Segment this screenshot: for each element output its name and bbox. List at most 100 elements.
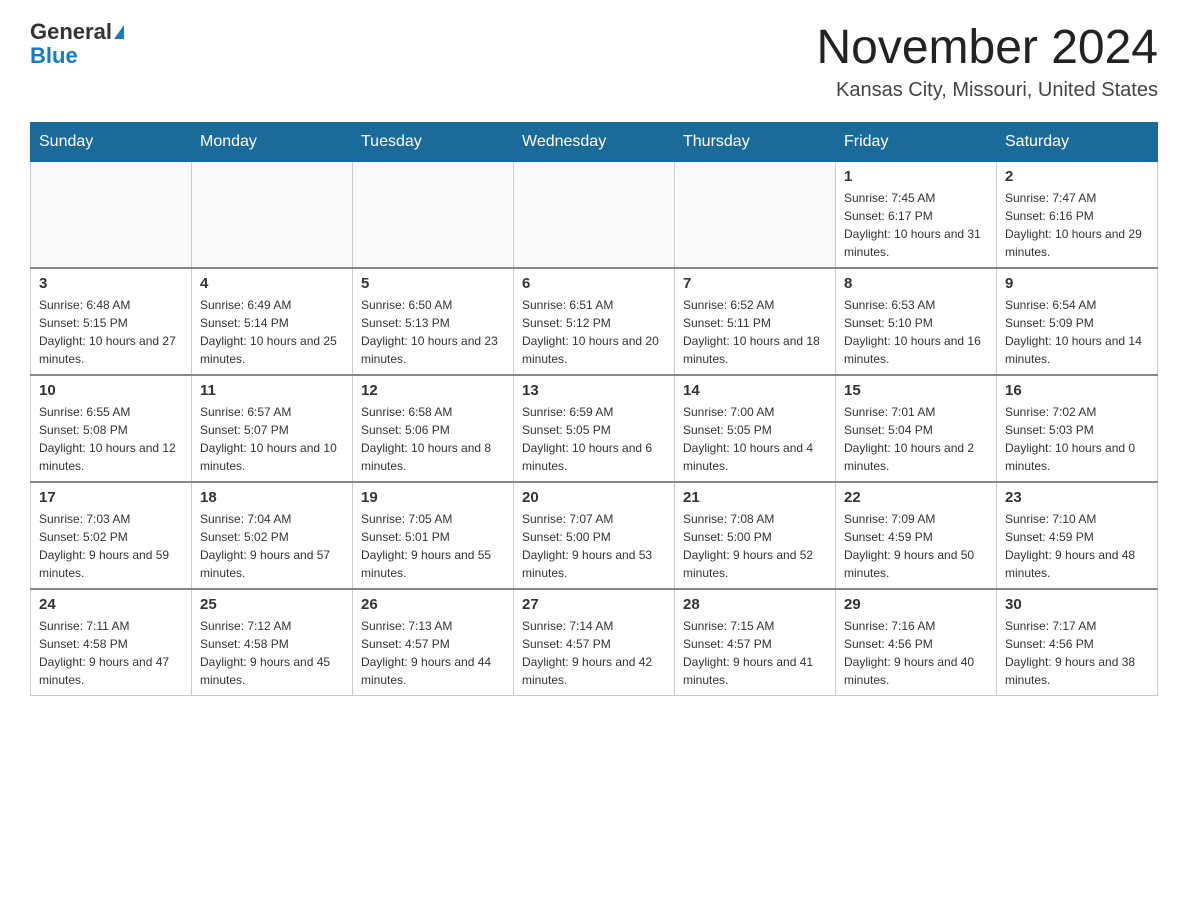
calendar-day-cell: 23 Sunrise: 7:10 AMSunset: 4:59 PMDayligh…: [997, 482, 1158, 589]
day-info: Sunrise: 6:53 AMSunset: 5:10 PMDaylight:…: [844, 296, 988, 368]
header-friday: Friday: [836, 123, 997, 162]
calendar-day-cell: 19 Sunrise: 7:05 AMSunset: 5:01 PMDayligh…: [353, 482, 514, 589]
day-number: 10: [39, 382, 183, 399]
header-wednesday: Wednesday: [514, 123, 675, 162]
day-number: 12: [361, 382, 505, 399]
calendar-day-cell: 8 Sunrise: 6:53 AMSunset: 5:10 PMDaylight…: [836, 268, 997, 375]
calendar-day-cell: 15 Sunrise: 7:01 AMSunset: 5:04 PMDayligh…: [836, 375, 997, 482]
day-info: Sunrise: 6:57 AMSunset: 5:07 PMDaylight:…: [200, 403, 344, 475]
calendar-day-cell: 5 Sunrise: 6:50 AMSunset: 5:13 PMDaylight…: [353, 268, 514, 375]
day-number: 19: [361, 489, 505, 506]
day-number: 6: [522, 275, 666, 292]
calendar-day-cell: 20Sunrise: 7:07 AMSunset: 5:00 PMDayligh…: [514, 482, 675, 589]
day-info: Sunrise: 7:05 AMSunset: 5:01 PMDaylight:…: [361, 510, 505, 582]
day-info: Sunrise: 7:04 AMSunset: 5:02 PMDaylight:…: [200, 510, 344, 582]
calendar-day-cell: 22 Sunrise: 7:09 AMSunset: 4:59 PMDayligh…: [836, 482, 997, 589]
day-number: 24: [39, 596, 183, 613]
day-number: 15: [844, 382, 988, 399]
calendar-day-cell: [31, 162, 192, 269]
calendar-day-cell: 25 Sunrise: 7:12 AMSunset: 4:58 PMDayligh…: [192, 589, 353, 696]
calendar-day-cell: 10 Sunrise: 6:55 AMSunset: 5:08 PMDayligh…: [31, 375, 192, 482]
location-subtitle: Kansas City, Missouri, United States: [816, 79, 1158, 102]
page-header: General Blue November 2024 Kansas City, …: [30, 20, 1158, 102]
calendar-day-cell: 21Sunrise: 7:08 AMSunset: 5:00 PMDayligh…: [675, 482, 836, 589]
logo: General Blue: [30, 20, 124, 68]
calendar-week-row: 3 Sunrise: 6:48 AMSunset: 5:15 PMDaylight…: [31, 268, 1158, 375]
day-number: 1: [844, 168, 988, 185]
day-info: Sunrise: 7:00 AMSunset: 5:05 PMDaylight:…: [683, 403, 827, 475]
title-area: November 2024 Kansas City, Missouri, Uni…: [816, 20, 1158, 102]
day-number: 5: [361, 275, 505, 292]
day-number: 22: [844, 489, 988, 506]
calendar-day-cell: [514, 162, 675, 269]
calendar-day-cell: [353, 162, 514, 269]
calendar-week-row: 24 Sunrise: 7:11 AMSunset: 4:58 PMDayligh…: [31, 589, 1158, 696]
header-tuesday: Tuesday: [353, 123, 514, 162]
calendar-day-cell: 4 Sunrise: 6:49 AMSunset: 5:14 PMDaylight…: [192, 268, 353, 375]
day-info: Sunrise: 6:52 AMSunset: 5:11 PMDaylight:…: [683, 296, 827, 368]
day-info: Sunrise: 6:55 AMSunset: 5:08 PMDaylight:…: [39, 403, 183, 475]
day-info: Sunrise: 6:50 AMSunset: 5:13 PMDaylight:…: [361, 296, 505, 368]
day-info: Sunrise: 7:47 AMSunset: 6:16 PMDaylight:…: [1005, 189, 1149, 261]
calendar-day-cell: 26 Sunrise: 7:13 AMSunset: 4:57 PMDayligh…: [353, 589, 514, 696]
day-info: Sunrise: 6:48 AMSunset: 5:15 PMDaylight:…: [39, 296, 183, 368]
day-number: 28: [683, 596, 827, 613]
day-number: 18: [200, 489, 344, 506]
calendar-week-row: 17Sunrise: 7:03 AMSunset: 5:02 PMDayligh…: [31, 482, 1158, 589]
calendar-day-cell: [192, 162, 353, 269]
day-number: 17: [39, 489, 183, 506]
day-info: Sunrise: 7:09 AMSunset: 4:59 PMDaylight:…: [844, 510, 988, 582]
day-number: 3: [39, 275, 183, 292]
header-sunday: Sunday: [31, 123, 192, 162]
calendar-day-cell: [675, 162, 836, 269]
weekday-header-row: Sunday Monday Tuesday Wednesday Thursday…: [31, 123, 1158, 162]
calendar-week-row: 10 Sunrise: 6:55 AMSunset: 5:08 PMDayligh…: [31, 375, 1158, 482]
day-info: Sunrise: 7:01 AMSunset: 5:04 PMDaylight:…: [844, 403, 988, 475]
day-info: Sunrise: 7:15 AMSunset: 4:57 PMDaylight:…: [683, 617, 827, 689]
day-number: 14: [683, 382, 827, 399]
day-info: Sunrise: 7:07 AMSunset: 5:00 PMDaylight:…: [522, 510, 666, 582]
header-monday: Monday: [192, 123, 353, 162]
day-number: 23: [1005, 489, 1149, 506]
day-info: Sunrise: 6:49 AMSunset: 5:14 PMDaylight:…: [200, 296, 344, 368]
day-number: 13: [522, 382, 666, 399]
calendar-week-row: 1 Sunrise: 7:45 AMSunset: 6:17 PMDaylight…: [31, 162, 1158, 269]
day-number: 11: [200, 382, 344, 399]
day-info: Sunrise: 6:58 AMSunset: 5:06 PMDaylight:…: [361, 403, 505, 475]
day-info: Sunrise: 7:13 AMSunset: 4:57 PMDaylight:…: [361, 617, 505, 689]
day-info: Sunrise: 7:45 AMSunset: 6:17 PMDaylight:…: [844, 189, 988, 261]
calendar-table: Sunday Monday Tuesday Wednesday Thursday…: [30, 122, 1158, 696]
day-number: 7: [683, 275, 827, 292]
day-info: Sunrise: 7:10 AMSunset: 4:59 PMDaylight:…: [1005, 510, 1149, 582]
day-number: 8: [844, 275, 988, 292]
calendar-day-cell: 18 Sunrise: 7:04 AMSunset: 5:02 PMDayligh…: [192, 482, 353, 589]
day-info: Sunrise: 7:11 AMSunset: 4:58 PMDaylight:…: [39, 617, 183, 689]
calendar-day-cell: 30Sunrise: 7:17 AMSunset: 4:56 PMDayligh…: [997, 589, 1158, 696]
calendar-day-cell: 2 Sunrise: 7:47 AMSunset: 6:16 PMDaylight…: [997, 162, 1158, 269]
month-title: November 2024: [816, 20, 1158, 75]
day-number: 4: [200, 275, 344, 292]
day-number: 2: [1005, 168, 1149, 185]
calendar-day-cell: 7 Sunrise: 6:52 AMSunset: 5:11 PMDaylight…: [675, 268, 836, 375]
header-saturday: Saturday: [997, 123, 1158, 162]
day-info: Sunrise: 7:12 AMSunset: 4:58 PMDaylight:…: [200, 617, 344, 689]
day-number: 21: [683, 489, 827, 506]
calendar-day-cell: 16Sunrise: 7:02 AMSunset: 5:03 PMDayligh…: [997, 375, 1158, 482]
calendar-day-cell: 27 Sunrise: 7:14 AMSunset: 4:57 PMDayligh…: [514, 589, 675, 696]
day-number: 29: [844, 596, 988, 613]
logo-general-text: General: [30, 20, 112, 44]
calendar-day-cell: 11 Sunrise: 6:57 AMSunset: 5:07 PMDayligh…: [192, 375, 353, 482]
day-info: Sunrise: 6:59 AMSunset: 5:05 PMDaylight:…: [522, 403, 666, 475]
day-info: Sunrise: 7:17 AMSunset: 4:56 PMDaylight:…: [1005, 617, 1149, 689]
calendar-day-cell: 12 Sunrise: 6:58 AMSunset: 5:06 PMDayligh…: [353, 375, 514, 482]
logo-triangle-icon: [114, 25, 124, 39]
day-number: 27: [522, 596, 666, 613]
calendar-day-cell: 6Sunrise: 6:51 AMSunset: 5:12 PMDaylight…: [514, 268, 675, 375]
calendar-day-cell: 13 Sunrise: 6:59 AMSunset: 5:05 PMDayligh…: [514, 375, 675, 482]
day-number: 26: [361, 596, 505, 613]
day-info: Sunrise: 7:14 AMSunset: 4:57 PMDaylight:…: [522, 617, 666, 689]
day-number: 25: [200, 596, 344, 613]
day-info: Sunrise: 6:54 AMSunset: 5:09 PMDaylight:…: [1005, 296, 1149, 368]
calendar-day-cell: 29Sunrise: 7:16 AMSunset: 4:56 PMDayligh…: [836, 589, 997, 696]
calendar-day-cell: 28 Sunrise: 7:15 AMSunset: 4:57 PMDayligh…: [675, 589, 836, 696]
